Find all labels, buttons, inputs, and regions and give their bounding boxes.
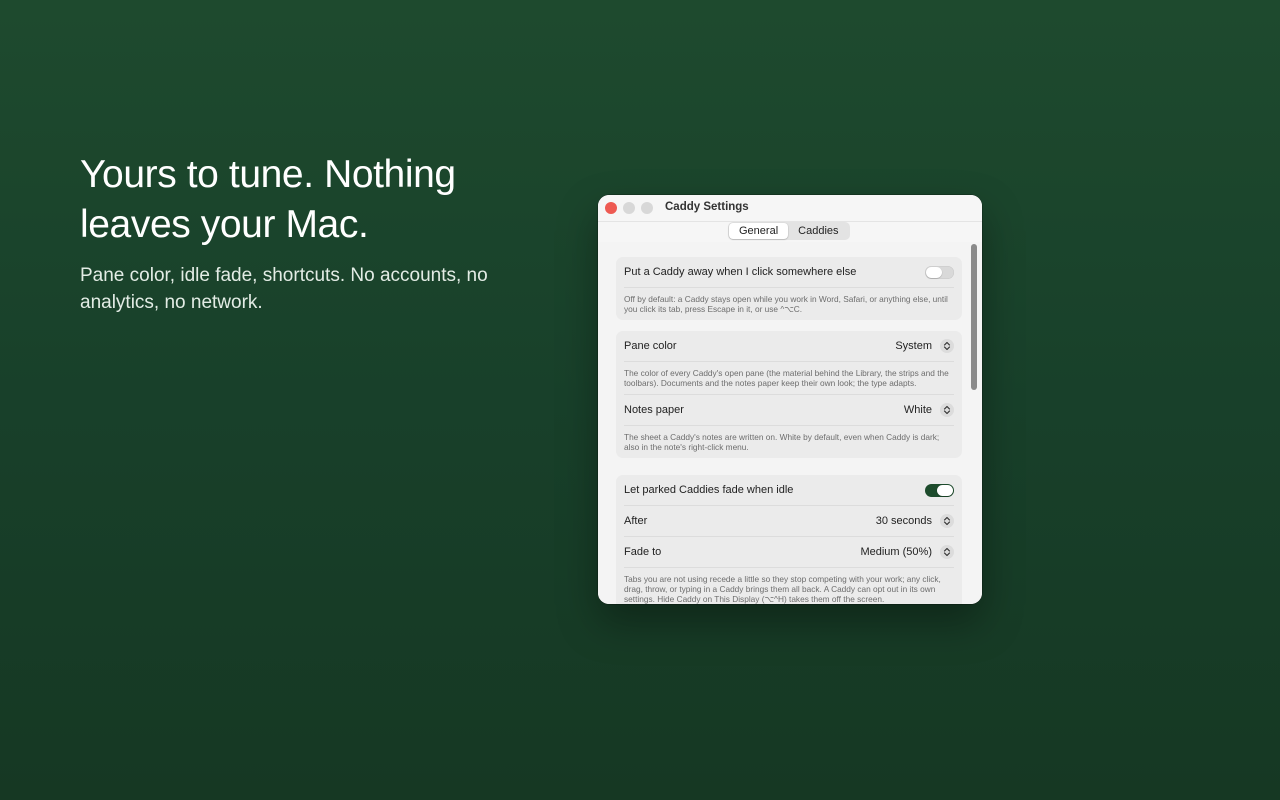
fade-group: Let parked Caddies fade when idle After … xyxy=(616,475,962,604)
tab-segmented-control: General Caddies xyxy=(728,222,850,240)
toggle-knob xyxy=(937,484,953,496)
dismiss-description: Off by default: a Caddy stays open while… xyxy=(624,294,948,314)
fade-after-value: 30 seconds xyxy=(875,515,932,527)
title-bar: Caddy Settings xyxy=(598,195,982,221)
fade-row: Let parked Caddies fade when idle xyxy=(624,475,954,506)
tab-caddies[interactable]: Caddies xyxy=(788,223,848,239)
pane-color-value: System xyxy=(895,340,932,352)
hero-headline: Yours to tune. Nothing leaves your Mac. xyxy=(80,153,456,246)
tab-bar: General Caddies xyxy=(598,221,982,242)
dismiss-row: Put a Caddy away when I click somewhere … xyxy=(624,257,954,288)
zoom-window-button[interactable] xyxy=(641,202,653,214)
fade-description: Tabs you are not using recede a little s… xyxy=(624,574,941,604)
notes-paper-label: Notes paper xyxy=(624,404,684,416)
notes-paper-popup[interactable]: White xyxy=(904,403,954,417)
close-window-button[interactable] xyxy=(605,202,617,214)
fade-after-popup[interactable]: 30 seconds xyxy=(876,514,954,528)
vertical-scrollbar[interactable] xyxy=(970,244,978,602)
scroll-thumb[interactable] xyxy=(971,244,977,390)
settings-window: Caddy Settings General Caddies Put a Cad… xyxy=(598,195,982,604)
hero-subhead: Pane color, idle fade, shortcuts. No acc… xyxy=(80,265,488,313)
fade-to-label: Fade to xyxy=(624,546,662,558)
pane-color-label: Pane color xyxy=(624,340,677,352)
chevron-up-down-icon xyxy=(940,339,954,353)
dismiss-label: Put a Caddy away when I click somewhere … xyxy=(624,266,857,278)
pane-color-row: Pane color System xyxy=(624,331,954,362)
minimize-window-button[interactable] xyxy=(623,202,635,214)
dismiss-group: Put a Caddy away when I click somewhere … xyxy=(616,257,962,320)
appearance-group: Pane color System The color of every Cad… xyxy=(616,331,962,458)
fade-to-value: Medium (50%) xyxy=(860,546,932,558)
fade-after-row: After 30 seconds xyxy=(624,506,954,537)
fade-label: Let parked Caddies fade when idle xyxy=(624,484,794,496)
chevron-up-down-icon xyxy=(940,403,954,417)
settings-content: Put a Caddy away when I click somewhere … xyxy=(598,242,982,604)
window-title: Caddy Settings xyxy=(665,201,749,213)
pane-color-popup[interactable]: System xyxy=(895,339,954,353)
fade-to-row: Fade to Medium (50%) xyxy=(624,537,954,568)
tab-general[interactable]: General xyxy=(729,223,789,239)
fade-toggle[interactable] xyxy=(925,483,954,497)
chevron-up-down-icon xyxy=(940,545,954,559)
toggle-knob xyxy=(926,266,942,278)
fade-after-label: After xyxy=(624,515,648,527)
chevron-up-down-icon xyxy=(940,514,954,528)
fade-to-popup[interactable]: Medium (50%) xyxy=(860,545,954,559)
notes-paper-row: Notes paper White xyxy=(624,395,954,426)
notes-paper-description: The sheet a Caddy's notes are written on… xyxy=(624,432,940,452)
notes-paper-value: White xyxy=(903,404,932,416)
pane-color-description: The color of every Caddy's open pane (th… xyxy=(624,362,954,395)
dismiss-toggle[interactable] xyxy=(925,265,954,279)
hero: Yours to tune. Nothing leaves your Mac. … xyxy=(80,150,550,316)
